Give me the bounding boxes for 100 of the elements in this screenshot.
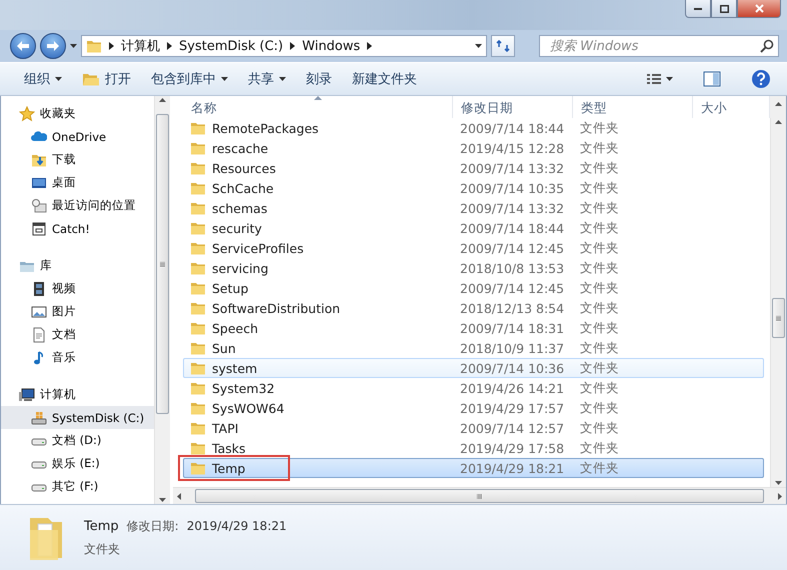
sidebar-item[interactable]: 计算机 — [1, 383, 154, 406]
file-type: 文件夹 — [579, 180, 620, 196]
file-row[interactable]: system 2009/7/14 10:36 文件夹 — [183, 358, 764, 378]
sidebar-item[interactable]: 最近访问的位置 — [1, 194, 154, 217]
refresh-button[interactable] — [491, 35, 515, 57]
film-icon — [31, 280, 47, 296]
toolbar-button[interactable]: 共享 — [240, 67, 294, 91]
modified-date: 2019/4/29 18:21 — [186, 518, 287, 532]
file-row[interactable]: ServiceProfiles 2009/7/14 12:45 文件夹 — [183, 238, 764, 258]
back-button[interactable] — [10, 33, 36, 59]
toolbar-button[interactable]: 刻录 — [298, 67, 340, 91]
maximize-button[interactable] — [711, 0, 737, 18]
file-row[interactable]: servicing 2018/10/8 13:53 文件夹 — [183, 258, 764, 278]
toolbar-button[interactable]: 包含到库中 — [143, 67, 236, 91]
file-type: 文件夹 — [579, 260, 620, 276]
minimize-glyph-icon — [694, 8, 702, 10]
address-bar[interactable]: 计算机 SystemDisk (C:) Windows — [81, 35, 487, 57]
file-row[interactable]: Sun 2018/10/9 11:37 文件夹 — [183, 338, 764, 358]
file-row[interactable]: Resources 2009/7/14 13:32 文件夹 — [183, 158, 764, 178]
scroll-right-arrow-icon — [778, 492, 782, 500]
sidebar-item[interactable]: 收藏夹 — [1, 102, 154, 125]
file-name: ServiceProfiles — [212, 240, 304, 256]
system-drive-icon — [31, 410, 47, 426]
help-icon — [751, 69, 771, 89]
file-row[interactable]: SchCache 2009/7/14 10:35 文件夹 — [183, 178, 764, 198]
sidebar-item[interactable]: OneDrive — [1, 125, 154, 148]
column-header[interactable]: 类型 — [573, 96, 693, 118]
sidebar-item[interactable]: 其它 (F:) — [1, 475, 154, 498]
breadcrumb-segment[interactable]: Windows — [302, 38, 360, 54]
vertical-scrollbar[interactable] — [154, 96, 170, 504]
file-name: SoftwareDistribution — [212, 300, 340, 316]
file-type: 文件夹 — [579, 200, 620, 216]
toolbar-button[interactable]: 组织 — [16, 67, 70, 91]
scroll-down-arrow-icon — [775, 481, 782, 485]
sidebar-item[interactable]: 娱乐 (E:) — [1, 452, 154, 475]
forward-button[interactable] — [40, 33, 66, 59]
scroll-thumb[interactable] — [772, 298, 785, 338]
file-row[interactable]: SoftwareDistribution 2018/12/13 8:54 文件夹 — [183, 298, 764, 318]
star-icon — [19, 106, 35, 122]
sidebar-item[interactable]: 文档 (D:) — [1, 429, 154, 452]
sidebar-item[interactable]: SystemDisk (C:) — [1, 406, 154, 429]
close-button[interactable] — [737, 0, 781, 18]
open-folder-icon — [82, 71, 100, 87]
modified-date: 2019/4/29 17:58 — [459, 440, 566, 456]
minimize-button[interactable] — [685, 0, 711, 18]
scroll-thumb[interactable] — [156, 114, 169, 414]
file-row[interactable]: rescache 2019/4/15 12:28 文件夹 — [183, 138, 764, 158]
folder-icon — [190, 240, 206, 256]
toolbar-button[interactable]: 打开 — [74, 67, 139, 91]
file-row[interactable]: RemotePackages 2009/7/14 18:44 文件夹 — [183, 118, 764, 138]
refresh-arrows-icon — [496, 39, 510, 53]
modified-date: 2009/7/14 12:57 — [459, 420, 566, 436]
sidebar-item[interactable]: 库 — [1, 254, 154, 277]
sidebar-item[interactable]: 图片 — [1, 300, 154, 323]
folder-icon — [190, 160, 206, 176]
file-name: Tasks — [212, 440, 246, 456]
file-row[interactable]: TAPI 2009/7/14 12:57 文件夹 — [183, 418, 764, 438]
vertical-scrollbar[interactable] — [770, 118, 786, 487]
file-row[interactable]: Speech 2009/7/14 18:31 文件夹 — [183, 318, 764, 338]
folder-icon — [190, 140, 206, 156]
file-row[interactable]: Tasks 2019/4/29 17:58 文件夹 — [183, 438, 764, 458]
caret-icon — [221, 77, 228, 81]
modified-date: 2009/7/14 12:45 — [459, 280, 566, 296]
modified-date: 2009/7/14 13:32 — [459, 200, 566, 216]
breadcrumb-segment[interactable]: 计算机 — [121, 37, 160, 55]
column-header[interactable]: 修改日期 — [453, 96, 573, 118]
file-row[interactable]: schemas 2009/7/14 13:32 文件夹 — [183, 198, 764, 218]
file-name: SchCache — [212, 180, 274, 196]
file-row[interactable]: SysWOW64 2019/4/29 17:57 文件夹 — [183, 398, 764, 418]
folder-icon — [190, 260, 206, 276]
file-row[interactable]: security 2009/7/14 18:44 文件夹 — [183, 218, 764, 238]
modified-date: 2009/7/14 18:44 — [459, 220, 566, 236]
horizontal-scrollbar[interactable] — [173, 487, 786, 504]
sidebar-item[interactable]: 桌面 — [1, 171, 154, 194]
sidebar-item[interactable]: Catch! — [1, 217, 154, 240]
folder-icon — [190, 420, 206, 436]
folder-icon — [190, 440, 206, 456]
toolbar-button[interactable]: 新建文件夹 — [344, 67, 425, 91]
sidebar-item[interactable]: 文档 — [1, 323, 154, 346]
sidebar-item[interactable]: 视频 — [1, 277, 154, 300]
folder-icon — [190, 280, 206, 296]
file-type: 文件夹 — [579, 400, 620, 416]
column-header[interactable]: 名称 — [183, 96, 453, 118]
folder-icon — [190, 180, 206, 196]
sidebar-item[interactable]: 下载 — [1, 148, 154, 171]
modified-date: 2019/4/29 17:57 — [459, 400, 566, 416]
file-type: 文件夹 — [579, 160, 620, 176]
scroll-thumb[interactable] — [195, 489, 764, 503]
file-row[interactable]: System32 2019/4/26 14:21 文件夹 — [183, 378, 764, 398]
sidebar-item[interactable]: 音乐 — [1, 346, 154, 369]
modified-date: 2009/7/14 13:32 — [459, 160, 566, 176]
file-row[interactable]: Setup 2009/7/14 12:45 文件夹 — [183, 278, 764, 298]
breadcrumb-segment[interactable]: SystemDisk (C:) — [179, 38, 284, 54]
search-input[interactable]: 搜索 Windows — [548, 38, 760, 54]
file-type: 文件夹 — [579, 440, 620, 456]
caret-icon — [55, 77, 62, 81]
search-field[interactable]: 搜索 Windows — [539, 35, 779, 57]
modified-date: 2009/7/14 18:31 — [459, 320, 566, 336]
modified-date: 2009/7/14 10:36 — [459, 360, 566, 376]
pane-icon — [703, 71, 721, 87]
